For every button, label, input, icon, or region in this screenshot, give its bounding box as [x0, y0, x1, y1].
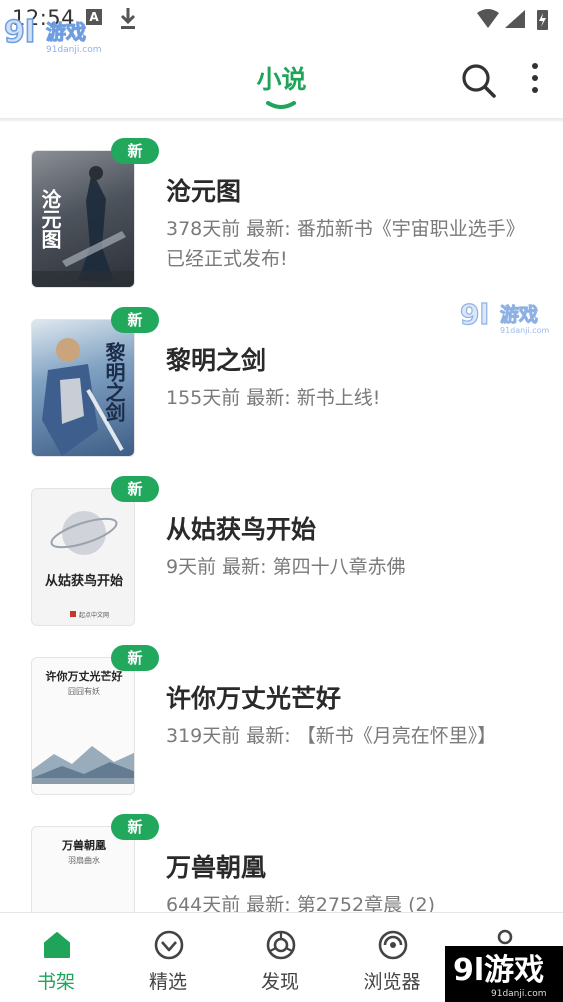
- cover-art: 许你万丈光芒好 囧囧有妖: [32, 669, 134, 784]
- book-cover[interactable]: 许你万丈光芒好 囧囧有妖: [31, 657, 135, 795]
- new-badge: 新: [111, 814, 159, 840]
- cover-art: 从姑获鸟开始 起点中文网: [45, 511, 123, 619]
- book-latest-update: 9天前 最新: 第四十八章赤佛: [166, 556, 406, 578]
- new-badge: 新: [111, 476, 159, 502]
- book-latest-update: 644天前 最新: 第2752章晨 (2): [166, 894, 436, 912]
- svg-text:9l游戏: 9l游戏: [453, 953, 544, 988]
- book-title[interactable]: 许你万丈光芒好: [166, 679, 341, 715]
- svg-text:羽扇曲水: 羽扇曲水: [68, 855, 100, 865]
- book-latest-update: 155天前 最新: 新书上线!: [166, 387, 381, 409]
- watermark-logo: 9l游戏 91danji.com: [445, 946, 563, 1002]
- svg-text:从姑获鸟开始: 从姑获鸟开始: [45, 573, 123, 589]
- nav-label: 发现: [260, 971, 299, 993]
- nav-label: 书架: [36, 971, 75, 993]
- book-item[interactable]: 沧元图 新 沧元图 378天前 最新: 番茄新书《宇宙职业选手》已经正式发布!: [0, 122, 563, 291]
- browser-icon: [378, 930, 408, 960]
- nav-discover[interactable]: 发现: [230, 913, 330, 1002]
- book-item[interactable]: 许你万丈光芒好 囧囧有妖 新 许你万丈光芒好 319天前 最新: 【新书《月亮在…: [0, 629, 563, 798]
- book-item[interactable]: 万兽朝凰 羽扇曲水 新 万兽朝凰 644天前 最新: 第2752章晨 (2): [0, 798, 563, 912]
- svg-text:万兽朝凰: 万兽朝凰: [61, 838, 106, 852]
- nav-label: 精选: [148, 971, 187, 993]
- book-cover[interactable]: 沧元图: [31, 150, 135, 288]
- wifi-icon: [477, 9, 499, 28]
- svg-text:沧元图: 沧元图: [38, 188, 62, 250]
- cover-art: 黎明之剑: [42, 338, 126, 456]
- home-icon: [44, 932, 70, 958]
- nav-selected[interactable]: 精选: [118, 913, 218, 1002]
- discover-icon: [266, 930, 296, 960]
- book-title[interactable]: 黎明之剑: [166, 341, 266, 377]
- book-item[interactable]: 从姑获鸟开始 起点中文网 新 从姑获鸟开始 9天前 最新: 第四十八章赤佛: [0, 460, 563, 629]
- book-list[interactable]: 沧元图 新 沧元图 378天前 最新: 番茄新书《宇宙职业选手》已经正式发布! …: [0, 122, 563, 912]
- cover-art: 沧元图: [32, 166, 134, 287]
- nav-bookshelf[interactable]: 书架: [6, 913, 106, 1002]
- book-title[interactable]: 从姑获鸟开始: [166, 510, 316, 546]
- search-icon[interactable]: [458, 60, 498, 100]
- nav-label: 浏览器: [363, 971, 421, 993]
- app-bar: 小说: [0, 38, 563, 118]
- svg-text:起点中文网: 起点中文网: [79, 611, 109, 619]
- book-title[interactable]: 沧元图: [166, 172, 241, 208]
- status-right-icons: [477, 9, 548, 30]
- cover-art: 万兽朝凰 羽扇曲水: [61, 838, 106, 865]
- book-cover[interactable]: 从姑获鸟开始 起点中文网: [31, 488, 135, 626]
- svg-text:91danji.com: 91danji.com: [491, 989, 546, 999]
- nav-browser[interactable]: 浏览器: [342, 913, 442, 1002]
- new-badge: 新: [111, 645, 159, 671]
- new-badge: 新: [111, 307, 159, 333]
- svg-text:黎明之剑: 黎明之剑: [102, 342, 126, 422]
- more-vertical-icon[interactable]: [520, 60, 550, 100]
- title-indicator: [266, 101, 296, 109]
- svg-text:囧囧有妖: 囧囧有妖: [68, 686, 100, 696]
- book-title[interactable]: 万兽朝凰: [166, 848, 266, 884]
- svg-text:许你万丈光芒好: 许你万丈光芒好: [46, 669, 123, 683]
- book-latest-update: 319天前 最新: 【新书《月亮在怀里》】: [166, 725, 497, 747]
- new-badge: 新: [111, 138, 159, 164]
- book-item[interactable]: 黎明之剑 新 黎明之剑 155天前 最新: 新书上线!: [0, 291, 563, 460]
- selected-icon: [154, 930, 184, 960]
- book-latest-update: 378天前 最新: 番茄新书《宇宙职业选手》已经正式发布!: [166, 218, 525, 270]
- signal-icon: [505, 10, 525, 28]
- download-icon: [120, 8, 136, 29]
- book-cover[interactable]: 黎明之剑: [31, 319, 135, 457]
